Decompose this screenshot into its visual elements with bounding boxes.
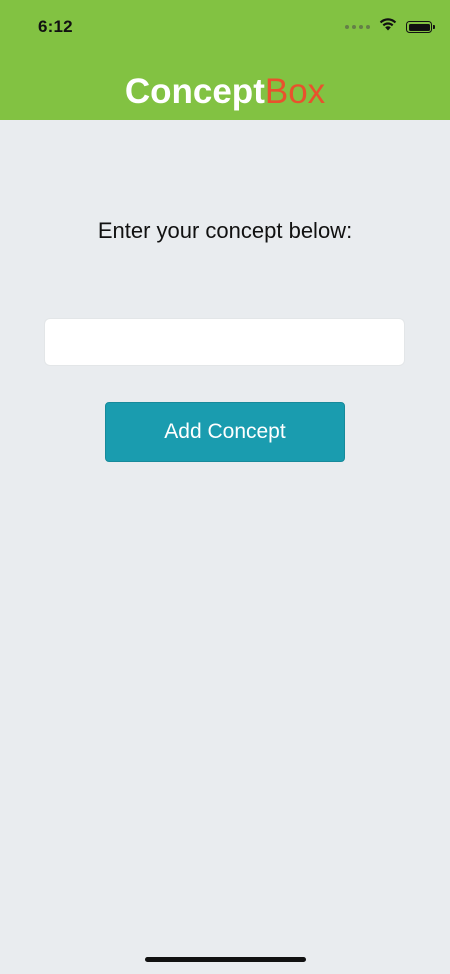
app-title-concept: Concept: [124, 72, 265, 111]
battery-icon: [406, 21, 435, 33]
status-icons: [345, 18, 435, 36]
signal-dots-icon: [345, 25, 370, 29]
add-concept-button[interactable]: Add Concept: [105, 402, 345, 462]
status-time: 6:12: [38, 17, 73, 36]
home-indicator: [145, 957, 306, 962]
concept-input[interactable]: [44, 318, 405, 366]
app-title: ConceptBox: [0, 72, 450, 112]
wifi-icon: [379, 18, 397, 36]
status-bar: 6:12: [0, 0, 450, 56]
concept-prompt: Enter your concept below:: [97, 218, 353, 243]
app-title-box: Box: [264, 72, 326, 111]
app-header: 6:12 ConceptBox: [0, 0, 450, 120]
